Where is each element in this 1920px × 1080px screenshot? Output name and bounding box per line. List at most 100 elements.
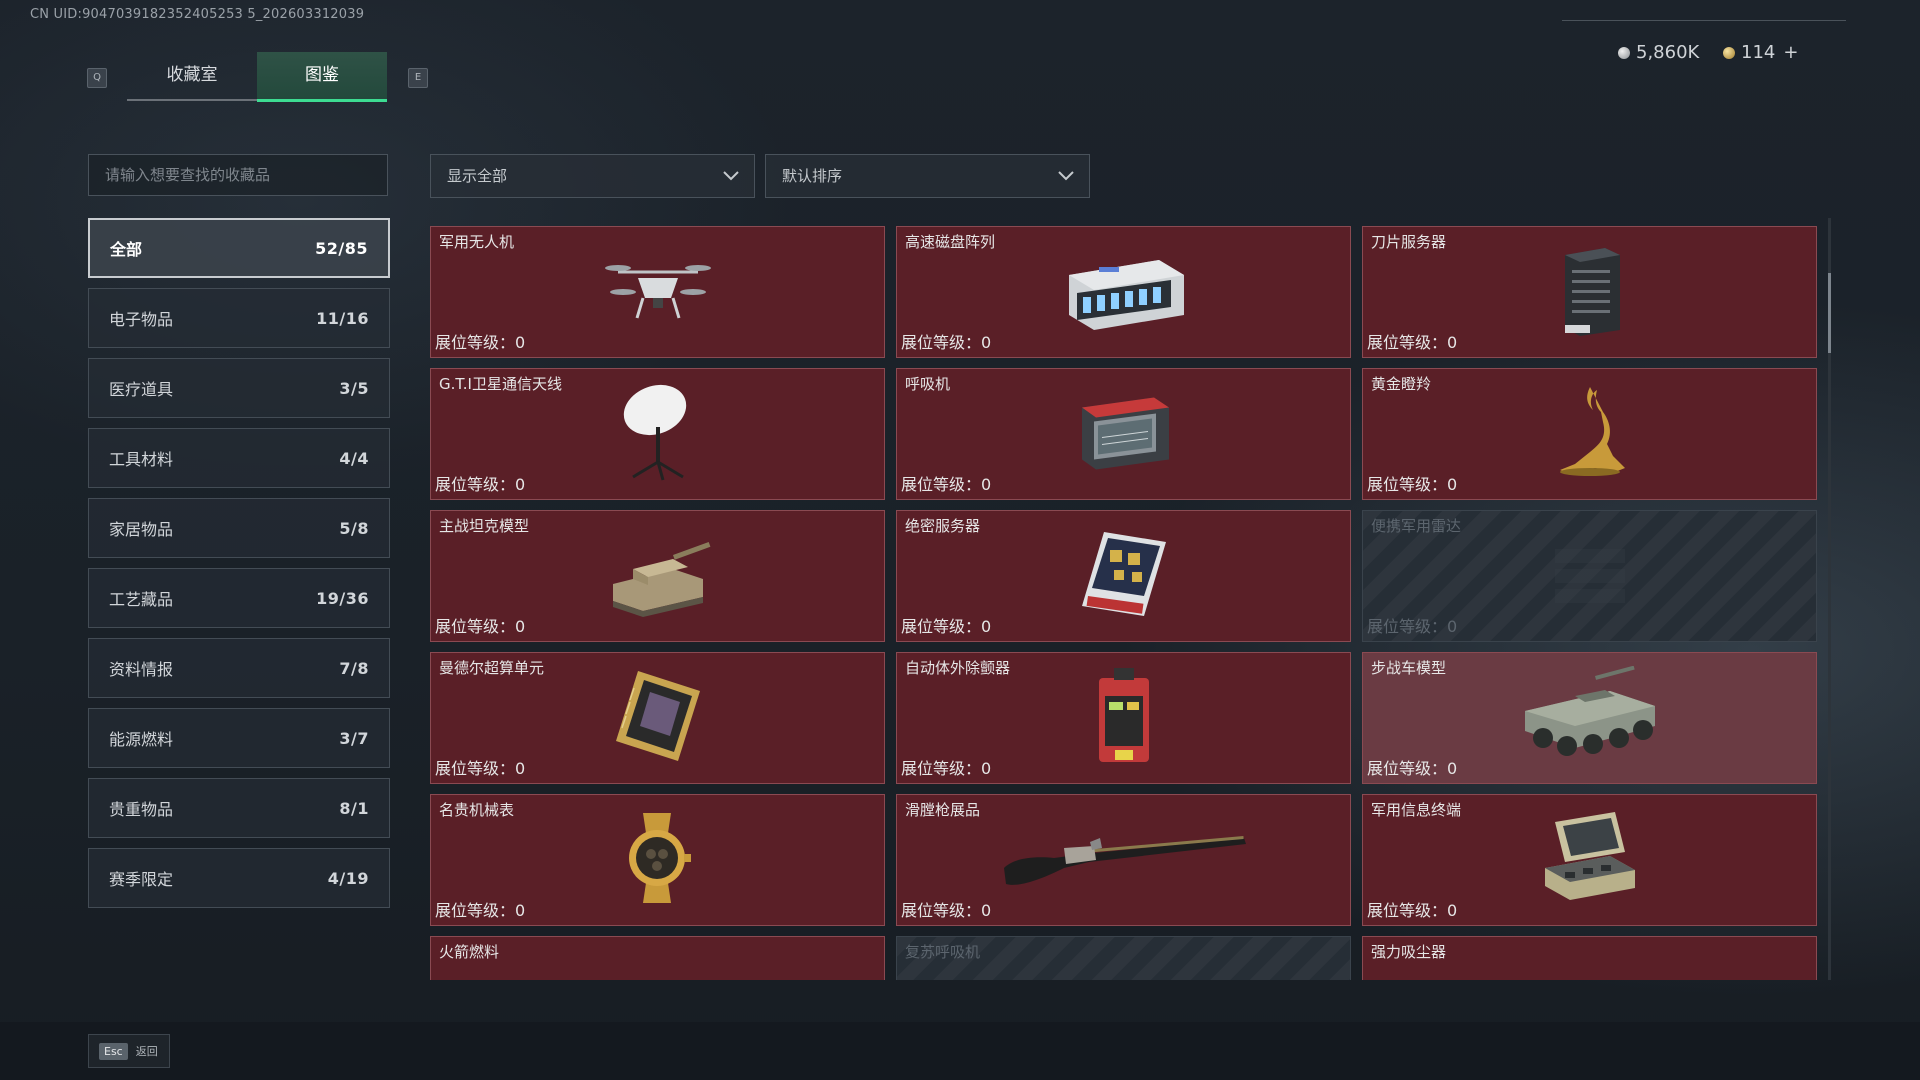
category-count: 52/85 — [315, 238, 368, 258]
search-input[interactable]: 请输入想要查找的收藏品 — [88, 154, 388, 196]
item-level: 展位等级：0 — [1367, 475, 1458, 494]
collection-card[interactable]: 名贵机械表展位等级：0 — [430, 794, 885, 926]
collection-card[interactable]: 呼吸机 展位等级：0 — [896, 368, 1351, 500]
collection-card[interactable]: G.T.I卫星通信天线展位等级：0 — [430, 368, 885, 500]
item-name: 步战车模型 — [1371, 659, 1447, 677]
item-level: 展位等级：0 — [901, 617, 992, 636]
collection-card[interactable]: 绝密服务器展位等级：0 — [896, 510, 1351, 642]
collection-card[interactable]: 火箭燃料 — [430, 936, 885, 980]
category-label: 工艺藏品 — [109, 590, 174, 609]
item-name: 便携军用雷达 — [1371, 517, 1462, 535]
ifv-icon — [1515, 665, 1665, 770]
category-label: 资料情报 — [109, 660, 174, 679]
category-item[interactable]: 资料情报 7/8 — [88, 638, 390, 698]
add-currency-button[interactable]: + — [1783, 42, 1798, 63]
category-label: 全部 — [110, 240, 143, 259]
category-item[interactable]: 医疗道具 3/5 — [88, 358, 390, 418]
item-level: 展位等级：0 — [435, 617, 526, 636]
type-filter-value: 显示全部 — [447, 167, 508, 185]
grid-scrollbar[interactable] — [1828, 218, 1831, 980]
collection-card[interactable]: 自动体外除颤器 展位等级：0 — [896, 652, 1351, 784]
category-label: 赛季限定 — [109, 870, 174, 889]
category-item[interactable]: 能源燃料 3/7 — [88, 708, 390, 768]
category-item[interactable]: 赛季限定 4/19 — [88, 848, 390, 908]
collection-card[interactable]: 曼德尔超算单元 展位等级：0 — [430, 652, 885, 784]
item-name: 曼德尔超算单元 — [439, 659, 545, 677]
category-count: 4/19 — [327, 868, 369, 888]
category-item[interactable]: 贵重物品 8/1 — [88, 778, 390, 838]
tab-bar: 收藏室 图鉴 — [127, 52, 387, 102]
item-name: 名贵机械表 — [439, 801, 515, 819]
silver-amount: 5,860K — [1636, 42, 1700, 63]
category-count: 5/8 — [339, 518, 369, 538]
item-level: 展位等级：0 — [901, 475, 992, 494]
category-count: 3/7 — [339, 728, 369, 748]
collection-card[interactable]: 步战车模型展位等级：0 — [1362, 652, 1817, 784]
disk-array-icon — [1059, 245, 1189, 339]
secret-server-icon — [1074, 524, 1174, 628]
category-item[interactable]: 家居物品 5/8 — [88, 498, 390, 558]
sort-value: 默认排序 — [782, 167, 843, 185]
gold-coin-icon — [1723, 46, 1735, 59]
category-label: 家居物品 — [109, 520, 174, 539]
drone-icon — [603, 250, 713, 334]
sort-dropdown[interactable]: 默认排序 — [765, 154, 1090, 198]
back-label: 返回 — [135, 1045, 158, 1058]
collection-card[interactable]: 黄金瞪羚展位等级：0 — [1362, 368, 1817, 500]
tab-collection-room[interactable]: 收藏室 — [127, 52, 257, 101]
item-level: 展位等级：0 — [1367, 901, 1458, 920]
item-level: 展位等级：0 — [435, 333, 526, 352]
collection-card[interactable]: 军用无人机展位等级：0 — [430, 226, 885, 358]
category-item[interactable]: 电子物品 11/16 — [88, 288, 390, 348]
item-name: 军用无人机 — [439, 233, 515, 251]
item-name: 强力吸尘器 — [1371, 943, 1447, 961]
category-count: 11/16 — [316, 308, 369, 328]
collection-card[interactable]: 军用信息终端展位等级：0 — [1362, 794, 1817, 926]
musket-icon — [994, 818, 1254, 902]
next-tab-key[interactable]: E — [408, 68, 428, 88]
scrollbar-thumb[interactable] — [1828, 273, 1831, 353]
collection-card[interactable]: 刀片服务器 展位等级：0 — [1362, 226, 1817, 358]
tab-codex[interactable]: 图鉴 — [257, 52, 387, 102]
item-level: 展位等级：0 — [1367, 333, 1458, 352]
back-button[interactable]: Esc 返回 — [88, 1034, 170, 1068]
item-name: 军用信息终端 — [1371, 801, 1462, 819]
category-label: 医疗道具 — [109, 380, 174, 399]
prev-tab-key[interactable]: Q — [87, 68, 107, 88]
category-count: 3/5 — [339, 378, 369, 398]
bottom-bar — [0, 1022, 1920, 1080]
blade-server-icon — [1550, 240, 1630, 344]
item-level: 展位等级：0 — [901, 333, 992, 352]
fuel-can-icon — [613, 970, 703, 980]
tank-icon — [603, 529, 713, 623]
item-name: 高速磁盘阵列 — [905, 233, 996, 251]
collection-card[interactable]: 高速磁盘阵列展位等级：0 — [896, 226, 1351, 358]
category-count: 7/8 — [339, 658, 369, 678]
collection-card[interactable]: 便携军用雷达展位等级：0 — [1362, 510, 1817, 642]
collection-card[interactable]: 复苏呼吸机 — [896, 936, 1351, 980]
chevron-down-icon — [723, 171, 739, 181]
category-item[interactable]: 工艺藏品 19/36 — [88, 568, 390, 628]
item-name: 主战坦克模型 — [439, 517, 530, 535]
item-level: 展位等级：0 — [435, 475, 526, 494]
category-label: 贵重物品 — [109, 800, 174, 819]
item-name: 绝密服务器 — [905, 517, 981, 535]
category-label: 电子物品 — [109, 310, 174, 329]
radar-icon — [1540, 529, 1640, 623]
silver-coin-icon — [1618, 46, 1630, 59]
chevron-down-icon — [1058, 171, 1074, 181]
item-name: 黄金瞪羚 — [1371, 375, 1432, 393]
type-filter-dropdown[interactable]: 显示全部 — [430, 154, 755, 198]
item-level: 展位等级：0 — [1367, 617, 1458, 636]
item-level: 展位等级：0 — [435, 901, 526, 920]
category-item[interactable]: 全部 52/85 — [88, 218, 390, 278]
collection-card[interactable]: 主战坦克模型展位等级：0 — [430, 510, 885, 642]
item-name: 复苏呼吸机 — [905, 943, 981, 961]
category-item[interactable]: 工具材料 4/4 — [88, 428, 390, 488]
item-level: 展位等级：0 — [1367, 759, 1458, 778]
item-grid: 军用无人机 展位等级：0 高速磁盘阵列 展位等级：0 刀片服务器 展位等级：0 G.T.I卫… — [430, 226, 1820, 980]
collection-card[interactable]: 滑膛枪展品 展位等级：0 — [896, 794, 1351, 926]
terminal-icon — [1535, 808, 1645, 912]
item-name: G.T.I卫星通信天线 — [439, 375, 562, 393]
collection-card[interactable]: 强力吸尘器 — [1362, 936, 1817, 980]
